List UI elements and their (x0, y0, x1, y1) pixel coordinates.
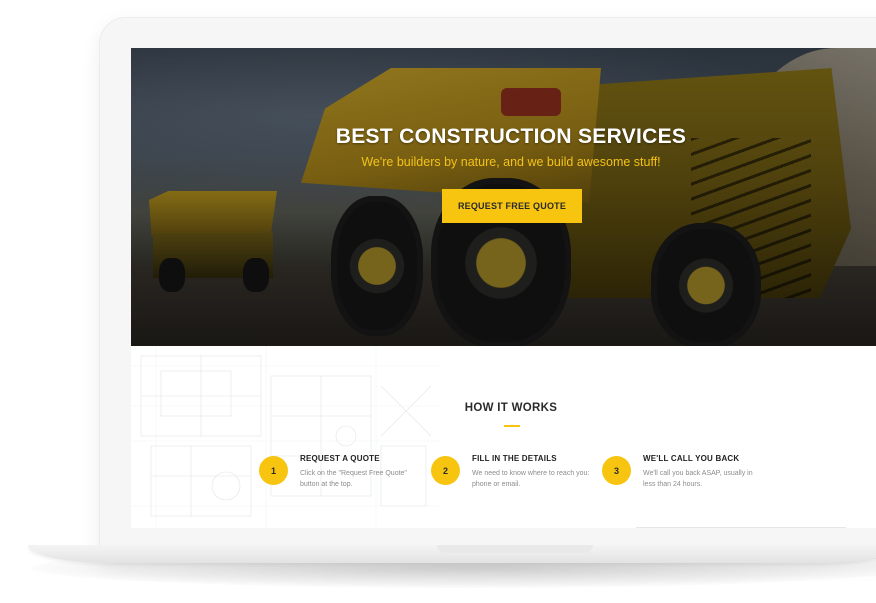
hero-title: BEST CONSTRUCTION SERVICES (335, 125, 687, 148)
request-free-quote-button[interactable]: REQUEST FREE QUOTE (442, 189, 582, 223)
step-item: 2 FILL IN THE DETAILS We need to know wh… (431, 454, 606, 514)
step-item: 1 REQUEST A QUOTE Click on the "Request … (259, 454, 434, 514)
title-underline-divider (504, 425, 520, 427)
laptop-notch (437, 545, 593, 553)
divider (636, 527, 846, 528)
step-number-badge: 3 (602, 456, 631, 485)
step-description: Click on the "Request Free Quote" button… (300, 470, 407, 488)
step-item: 3 WE'LL CALL YOU BACK We'll call you bac… (602, 454, 777, 514)
hero-subtitle: We're builders by nature, and we build a… (361, 155, 661, 169)
hero-section: BEST CONSTRUCTION SERVICES We're builder… (131, 48, 876, 346)
step-title: REQUEST A QUOTE (300, 454, 380, 463)
step-description: We'll call you back ASAP, usually in les… (643, 470, 753, 488)
step-description: We need to know where to reach you: phon… (472, 470, 590, 488)
step-number-badge: 2 (431, 456, 460, 485)
laptop-screen: BEST CONSTRUCTION SERVICES We're builder… (131, 48, 876, 528)
step-title: FILL IN THE DETAILS (472, 454, 557, 463)
step-number-badge: 1 (259, 456, 288, 485)
step-title: WE'LL CALL YOU BACK (643, 454, 740, 463)
how-it-works-section: HOW IT WORKS 1 REQUEST A QUOTE Click on … (131, 346, 876, 528)
how-it-works-title: HOW IT WORKS (464, 402, 558, 414)
